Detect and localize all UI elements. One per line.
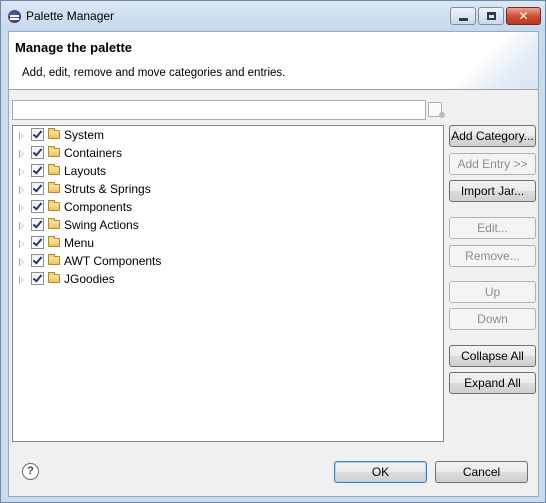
tree-item[interactable]: Struts & Springs bbox=[13, 180, 443, 198]
checkmark-icon bbox=[32, 272, 43, 283]
dialog-client-area: Manage the palette Add, edit, remove and… bbox=[8, 31, 539, 497]
maximize-button[interactable] bbox=[478, 7, 504, 25]
folder-icon bbox=[48, 128, 60, 139]
dialog-header: Manage the palette Add, edit, remove and… bbox=[9, 32, 538, 90]
expand-arrow-icon[interactable] bbox=[19, 240, 24, 248]
cancel-button[interactable]: Cancel bbox=[435, 461, 528, 483]
expand-arrow-icon[interactable] bbox=[19, 150, 24, 158]
tree-item[interactable]: AWT Components bbox=[13, 252, 443, 270]
category-checkbox[interactable] bbox=[31, 128, 44, 141]
folder-icon bbox=[48, 164, 60, 175]
window-title: Palette Manager bbox=[26, 9, 115, 23]
checkmark-icon bbox=[32, 200, 43, 211]
minimize-icon bbox=[459, 18, 468, 21]
category-checkbox[interactable] bbox=[31, 272, 44, 285]
tree-item-label: Components bbox=[64, 200, 133, 214]
tree-item-label: Menu bbox=[64, 236, 95, 250]
close-button[interactable]: ✕ bbox=[506, 7, 541, 25]
close-icon: ✕ bbox=[518, 9, 529, 23]
maximize-icon bbox=[487, 12, 496, 20]
down-button[interactable]: Down bbox=[449, 308, 536, 330]
checkmark-icon bbox=[32, 218, 43, 229]
tree-item-label: Swing Actions bbox=[64, 218, 139, 232]
palette-manager-window: Palette Manager ✕ Manage the palette Add… bbox=[0, 0, 546, 503]
folder-icon bbox=[48, 254, 60, 265]
expand-arrow-icon[interactable] bbox=[19, 168, 24, 176]
folder-icon bbox=[48, 200, 60, 211]
add-entry-button[interactable]: Add Entry >> bbox=[449, 153, 536, 175]
help-icon[interactable]: ? bbox=[22, 463, 39, 480]
category-checkbox[interactable] bbox=[31, 164, 44, 177]
checkmark-icon bbox=[32, 128, 43, 139]
tree-item[interactable]: Layouts bbox=[13, 162, 443, 180]
folder-icon bbox=[48, 236, 60, 247]
folder-icon bbox=[48, 218, 60, 229]
expand-arrow-icon[interactable] bbox=[19, 276, 24, 284]
folder-icon bbox=[48, 146, 60, 157]
tree-item-label: JGoodies bbox=[64, 272, 115, 286]
tree-item[interactable]: Menu bbox=[13, 234, 443, 252]
tree-item-label: System bbox=[64, 128, 105, 142]
expand-all-button[interactable]: Expand All bbox=[449, 372, 536, 394]
category-checkbox[interactable] bbox=[31, 200, 44, 213]
minimize-button[interactable] bbox=[450, 7, 476, 25]
page-title: Manage the palette bbox=[15, 40, 133, 55]
folder-icon bbox=[48, 272, 60, 283]
expand-arrow-icon[interactable] bbox=[19, 132, 24, 140]
expand-arrow-icon[interactable] bbox=[19, 258, 24, 266]
tree-item[interactable]: Containers bbox=[13, 144, 443, 162]
tree-item-label: AWT Components bbox=[64, 254, 162, 268]
expand-arrow-icon[interactable] bbox=[19, 204, 24, 212]
checkmark-icon bbox=[32, 254, 43, 265]
category-checkbox[interactable] bbox=[31, 218, 44, 231]
edit-button[interactable]: Edit... bbox=[449, 217, 536, 239]
tree-item-label: Struts & Springs bbox=[64, 182, 151, 196]
eclipse-app-icon bbox=[8, 10, 21, 23]
tree-item[interactable]: Swing Actions bbox=[13, 216, 443, 234]
expand-arrow-icon[interactable] bbox=[19, 186, 24, 194]
up-button[interactable]: Up bbox=[449, 281, 536, 303]
checkmark-icon bbox=[32, 236, 43, 247]
clear-filter-icon[interactable] bbox=[428, 102, 445, 118]
checkmark-icon bbox=[32, 164, 43, 175]
category-checkbox[interactable] bbox=[31, 182, 44, 195]
tree-item[interactable]: Components bbox=[13, 198, 443, 216]
tree-item[interactable]: System bbox=[13, 126, 443, 144]
title-bar[interactable]: Palette Manager ✕ bbox=[1, 1, 545, 31]
checkmark-icon bbox=[32, 182, 43, 193]
category-checkbox[interactable] bbox=[31, 236, 44, 249]
ok-button[interactable]: OK bbox=[334, 461, 427, 483]
filter-input[interactable] bbox=[12, 100, 426, 120]
tree-item-label: Layouts bbox=[64, 164, 107, 178]
category-checkbox[interactable] bbox=[31, 254, 44, 267]
header-decoration bbox=[427, 32, 538, 89]
add-category-button[interactable]: Add Category... bbox=[449, 125, 536, 147]
import-jar-button[interactable]: Import Jar... bbox=[449, 180, 536, 202]
folder-icon bbox=[48, 182, 60, 193]
tree-item-label: Containers bbox=[64, 146, 123, 160]
palette-tree[interactable]: System Containers Layouts Struts & Sprin… bbox=[12, 125, 444, 442]
tree-item[interactable]: JGoodies bbox=[13, 270, 443, 288]
remove-button[interactable]: Remove... bbox=[449, 245, 536, 267]
collapse-all-button[interactable]: Collapse All bbox=[449, 345, 536, 367]
checkmark-icon bbox=[32, 146, 43, 157]
expand-arrow-icon[interactable] bbox=[19, 222, 24, 230]
page-description: Add, edit, remove and move categories an… bbox=[22, 67, 286, 79]
category-checkbox[interactable] bbox=[31, 146, 44, 159]
